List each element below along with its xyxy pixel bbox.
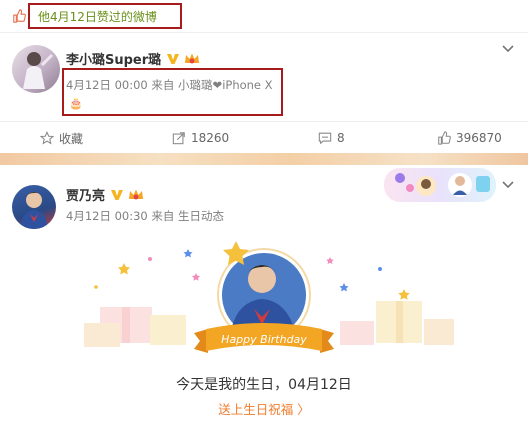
section-divider — [0, 153, 528, 165]
favorite-button[interactable]: 收藏 — [40, 122, 83, 154]
star-icon — [40, 131, 54, 145]
gift-boxes-left — [84, 307, 186, 347]
thumb-up-icon — [438, 131, 451, 145]
post-actions: 收藏 18260 8 396870 — [0, 121, 528, 153]
send-birthday-wishes-link[interactable]: 送上生日祝福 〉 — [0, 399, 528, 418]
chevron-down-icon[interactable] — [500, 43, 516, 55]
post-meta[interactable]: 4月12日 00:00 来自 小璐璐❤iPhone X — [66, 77, 273, 93]
avatar[interactable] — [12, 45, 60, 93]
avatar[interactable] — [12, 185, 56, 229]
author-name[interactable]: 李小璐Super璐 — [66, 53, 161, 68]
like-count: 396870 — [456, 131, 502, 145]
post-meta[interactable]: 4月12日 00:30 来自 生日动态 — [66, 208, 224, 224]
chevron-down-icon[interactable] — [500, 179, 516, 191]
comment-button[interactable]: 8 — [318, 122, 345, 154]
avatar-image — [20, 192, 48, 229]
birthday-illustration: Happy Birthday — [0, 229, 528, 361]
promo-card-art — [395, 173, 490, 197]
repost-count: 18260 — [191, 131, 230, 145]
author-line: 贾乃亮 — [66, 185, 144, 204]
author-line: 李小璐Super璐 — [66, 49, 200, 68]
comment-icon — [318, 132, 332, 145]
vip-crown-icon — [129, 189, 144, 200]
author-name[interactable]: 贾乃亮 — [66, 189, 105, 204]
favorite-label: 收藏 — [59, 131, 84, 146]
post-content: 🎂 — [69, 97, 83, 110]
vip-crown-icon — [185, 53, 200, 64]
thumb-up-icon — [13, 9, 26, 23]
happy-birthday-text: Happy Birthday — [221, 333, 307, 346]
liked-bar-text: 他4月12日赞过的微博 — [38, 10, 157, 24]
promo-card[interactable] — [384, 168, 496, 202]
comment-count: 8 — [337, 131, 345, 145]
post-card-1: 李小璐Super璐 4月12日 00:00 来自 小璐璐❤iPhone X 🎂 — [0, 33, 528, 121]
avatar-image — [23, 52, 54, 89]
like-button[interactable]: 396870 — [437, 122, 502, 154]
repost-icon — [172, 132, 185, 145]
gift-boxes-right — [340, 301, 454, 345]
birthday-message: 今天是我的生日，04月12日 — [176, 377, 352, 393]
liked-bar: 他4月12日赞过的微博 — [0, 0, 528, 32]
verified-v-icon — [166, 54, 179, 64]
verified-v-icon — [110, 190, 123, 200]
repost-button[interactable]: 18260 — [172, 122, 229, 154]
post-card-2: 贾乃亮 4月12日 00:30 来自 生日动态 Happy Birthday 今… — [0, 165, 528, 428]
